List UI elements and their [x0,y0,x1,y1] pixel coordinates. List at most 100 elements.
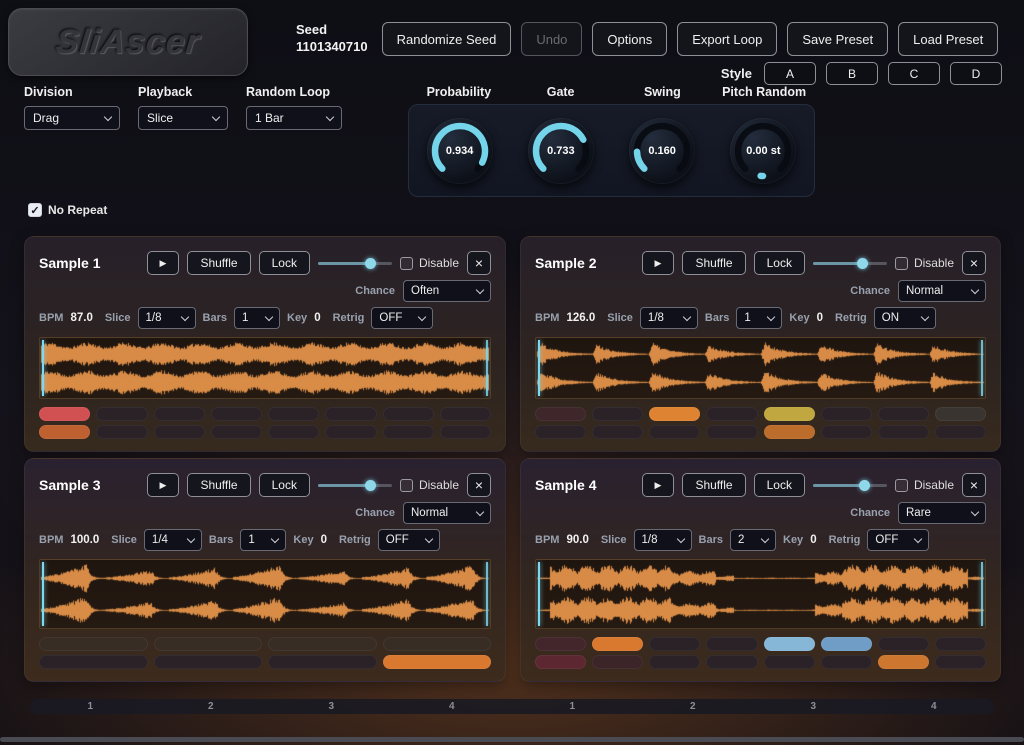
style-c-button[interactable]: C [888,62,940,85]
play-button[interactable]: ▶ [641,473,675,497]
disable-checkbox[interactable]: Disable [399,256,459,270]
slider-handle[interactable] [365,258,377,269]
lock-button[interactable]: Lock [258,473,310,497]
lock-button[interactable]: Lock [753,251,805,275]
slice-pad[interactable] [535,637,587,651]
slice-pad[interactable] [934,425,986,439]
slice-pad[interactable] [153,425,205,439]
shuffle-button[interactable]: Shuffle [682,251,746,275]
close-button[interactable]: × [962,251,986,275]
slice-pad[interactable] [268,655,377,669]
slice-pad[interactable] [96,425,148,439]
play-button[interactable]: ▶ [641,251,675,275]
bars-select[interactable]: 1 [234,307,280,329]
random-loop-select[interactable]: 1 Bar [246,106,342,130]
shuffle-button[interactable]: Shuffle [187,473,251,497]
bottom-scrollbar[interactable] [0,737,1024,742]
slice-pad[interactable] [877,425,929,439]
slice-pad[interactable] [153,655,262,669]
style-d-button[interactable]: D [950,62,1002,85]
slice-pad[interactable] [325,425,377,439]
slice-pad[interactable] [934,655,986,669]
disable-checkbox[interactable]: Disable [894,256,954,270]
style-a-button[interactable]: A [764,62,816,85]
playback-select[interactable]: Slice [138,106,228,130]
volume-slider[interactable] [317,251,392,275]
slice-pad[interactable] [153,407,205,421]
slice-pad[interactable] [268,425,320,439]
chance-select[interactable]: Normal [403,502,491,524]
slice-pad[interactable] [382,637,491,651]
save-preset-button[interactable]: Save Preset [787,22,889,56]
slice-pad[interactable] [535,407,587,421]
slider-handle[interactable] [858,480,870,491]
export-loop-button[interactable]: Export Loop [677,22,778,56]
slice-pad[interactable] [592,655,644,669]
slice-pad[interactable] [592,637,644,651]
volume-slider[interactable] [812,251,887,275]
slice-select[interactable]: 1/4 [143,529,202,551]
slice-pad[interactable] [934,637,986,651]
slice-pad[interactable] [39,637,148,651]
undo-button[interactable]: Undo [521,22,583,56]
slice-pad[interactable] [763,407,815,421]
slice-pad[interactable] [820,425,872,439]
chance-select[interactable]: Normal [898,280,986,302]
shuffle-button[interactable]: Shuffle [682,473,746,497]
slice-pad[interactable] [439,425,491,439]
gate-knob[interactable]: 0.733 [527,117,594,184]
slice-pad[interactable] [763,425,815,439]
disable-checkbox[interactable]: Disable [399,478,459,492]
options-button[interactable]: Options [592,22,668,56]
slider-handle[interactable] [857,258,869,269]
slice-pad[interactable] [649,425,701,439]
slice-select[interactable]: 1/8 [137,307,196,329]
slice-pad[interactable] [877,655,929,669]
slice-pad[interactable] [592,425,644,439]
bars-select[interactable]: 2 [730,529,776,551]
waveform-display[interactable] [535,337,986,399]
close-button[interactable]: × [467,251,491,275]
retrig-select[interactable]: ON [873,307,936,329]
division-select[interactable]: Drag [24,106,120,130]
slice-pad[interactable] [535,655,587,669]
slice-pad[interactable] [39,407,91,421]
load-preset-button[interactable]: Load Preset [898,22,999,56]
slice-pad[interactable] [268,407,320,421]
pitch-random-knob[interactable]: 0.00 st [730,117,797,184]
slice-pad[interactable] [153,637,262,651]
slice-pad[interactable] [325,407,377,421]
slice-pad[interactable] [820,407,872,421]
lock-button[interactable]: Lock [753,473,805,497]
probability-knob[interactable]: 0.934 [426,117,493,184]
volume-slider[interactable] [812,473,887,497]
slice-pad[interactable] [382,407,434,421]
slice-pad[interactable] [39,655,148,669]
slice-pad[interactable] [382,425,434,439]
slice-pad[interactable] [706,655,758,669]
close-button[interactable]: × [467,473,491,497]
play-button[interactable]: ▶ [146,251,180,275]
slice-pad[interactable] [649,655,701,669]
slice-pad[interactable] [706,425,758,439]
slice-pad[interactable] [877,407,929,421]
waveform-display[interactable] [535,559,986,629]
slice-pad[interactable] [877,637,929,651]
style-b-button[interactable]: B [826,62,878,85]
close-button[interactable]: × [962,473,986,497]
bars-select[interactable]: 1 [240,529,287,551]
shuffle-button[interactable]: Shuffle [187,251,251,275]
slice-pad[interactable] [439,407,491,421]
randomize-seed-button[interactable]: Randomize Seed [381,22,512,56]
slice-pad[interactable] [763,637,815,651]
disable-checkbox[interactable]: Disable [894,478,954,492]
lock-button[interactable]: Lock [258,251,310,275]
slice-pad[interactable] [706,637,758,651]
play-button[interactable]: ▶ [146,473,180,497]
slice-pad[interactable] [382,655,491,669]
swing-knob[interactable]: 0.160 [629,117,696,184]
bars-select[interactable]: 1 [736,307,783,329]
retrig-select[interactable]: OFF [377,529,440,551]
slice-pad[interactable] [96,407,148,421]
slice-pad[interactable] [649,637,701,651]
